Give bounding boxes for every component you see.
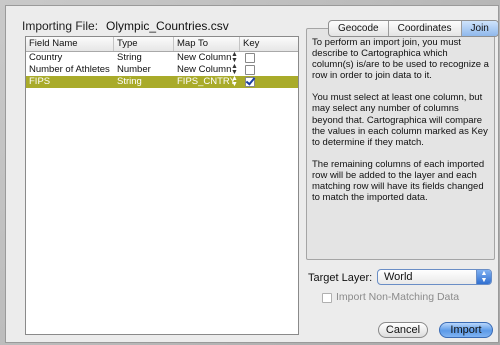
join-instructions: To perform an import join, you must desc… bbox=[312, 37, 492, 214]
mode-tabs: Geocode Coordinates Join bbox=[328, 20, 499, 37]
map-to-popup[interactable]: New Column ▲ ▼ bbox=[174, 52, 240, 64]
map-to-value: New Column bbox=[177, 64, 232, 75]
column-header-type[interactable]: Type bbox=[114, 37, 174, 51]
map-to-popup[interactable]: FIPS_CNTRY ▲ ▼ bbox=[174, 76, 240, 88]
up-down-arrows-icon: ▲ ▼ bbox=[231, 76, 238, 88]
instruction-paragraph: The remaining columns of each imported r… bbox=[312, 158, 485, 204]
up-down-arrows-icon: ▲ ▼ bbox=[231, 52, 238, 64]
column-header-field-name[interactable]: Field Name bbox=[26, 37, 114, 51]
column-header-key[interactable]: Key bbox=[240, 37, 298, 51]
type-cell: String bbox=[117, 52, 142, 63]
importing-file-row: Importing File: Olympic_Countries.csv bbox=[22, 19, 229, 33]
target-layer-value: World bbox=[384, 271, 413, 283]
instruction-paragraph: You must select at least one column, but… bbox=[312, 92, 488, 148]
import-non-matching-checkbox[interactable] bbox=[322, 293, 332, 303]
map-to-value: FIPS_CNTRY bbox=[177, 76, 236, 87]
cancel-button[interactable]: Cancel bbox=[378, 322, 428, 338]
table-header: Field Name Type Map To Key bbox=[26, 37, 298, 52]
type-cell: String bbox=[117, 76, 142, 87]
target-layer-select[interactable]: World ▲ ▼ bbox=[377, 269, 492, 285]
instruction-paragraph: To perform an import join, you must desc… bbox=[312, 37, 489, 82]
tab-geocode[interactable]: Geocode bbox=[329, 21, 389, 36]
table-row-selected[interactable]: FIPS String FIPS_CNTRY ▲ ▼ bbox=[26, 76, 298, 88]
type-cell: Number bbox=[117, 64, 151, 75]
target-layer-label: Target Layer: bbox=[308, 272, 373, 284]
key-checkbox-checked[interactable] bbox=[245, 77, 255, 87]
popup-arrows-icon: ▲ ▼ bbox=[476, 270, 491, 284]
up-down-arrows-icon: ▲ ▼ bbox=[231, 64, 238, 76]
field-mapping-table: Field Name Type Map To Key Country Strin… bbox=[25, 36, 299, 335]
field-name-cell: Country bbox=[29, 52, 63, 63]
table-row[interactable]: Country String New Column ▲ ▼ bbox=[26, 52, 298, 64]
field-name-cell: FIPS bbox=[29, 76, 51, 87]
importing-file-label: Importing File: bbox=[22, 19, 99, 33]
map-to-value: New Column bbox=[177, 52, 232, 63]
key-cell bbox=[240, 64, 298, 76]
key-checkbox[interactable] bbox=[245, 65, 255, 75]
tab-join[interactable]: Join bbox=[461, 21, 498, 36]
field-name-cell: Number of Athletes bbox=[29, 64, 110, 75]
key-checkbox[interactable] bbox=[245, 53, 255, 63]
import-non-matching-option: Import Non-Matching Data bbox=[322, 291, 459, 303]
tab-coordinates[interactable]: Coordinates bbox=[389, 21, 462, 36]
table-row[interactable]: Number of Athletes Number New Column ▲ ▼ bbox=[26, 64, 298, 76]
importing-file-name: Olympic_Countries.csv bbox=[106, 19, 229, 33]
join-panel: To perform an import join, you must desc… bbox=[306, 28, 495, 260]
key-cell bbox=[240, 76, 298, 88]
import-button[interactable]: Import bbox=[439, 322, 493, 338]
import-non-matching-label: Import Non-Matching Data bbox=[336, 291, 460, 303]
import-dialog: Importing File: Olympic_Countries.csv Fie… bbox=[5, 5, 499, 343]
column-header-map-to[interactable]: Map To bbox=[174, 37, 240, 51]
key-cell bbox=[240, 52, 298, 64]
map-to-popup[interactable]: New Column ▲ ▼ bbox=[174, 64, 240, 76]
